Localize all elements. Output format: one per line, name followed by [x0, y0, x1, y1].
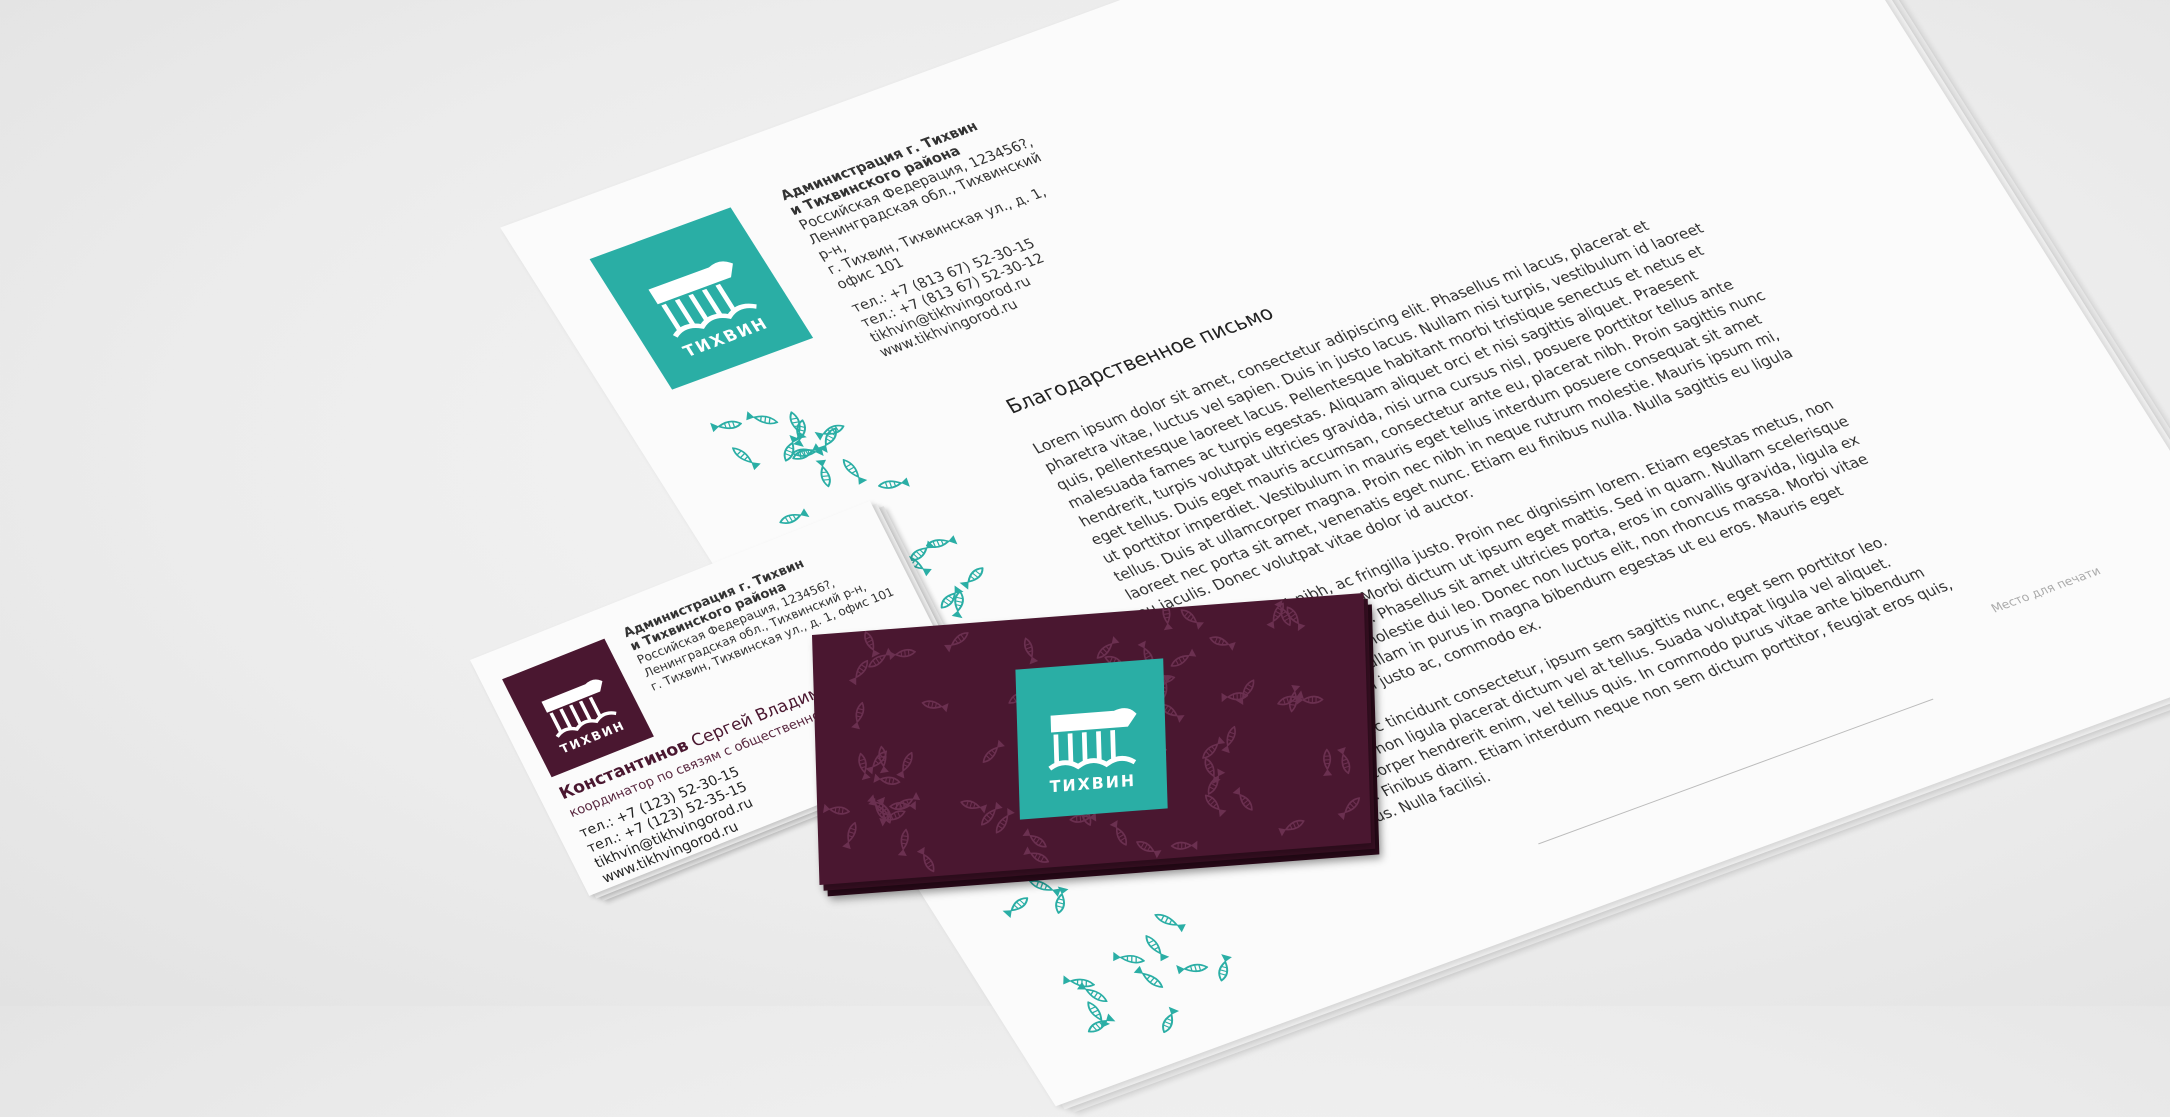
fish-pattern-icon: [1221, 724, 1243, 755]
fish-pattern-icon: [1134, 834, 1164, 859]
fish-pattern-icon: [1170, 837, 1199, 851]
fish-pattern-icon: [1175, 961, 1210, 977]
fish-pattern-icon: [1001, 893, 1034, 921]
fish-pattern-icon: [745, 410, 779, 430]
fish-pattern-icon: [1333, 746, 1353, 777]
fish-pattern-icon: [1167, 645, 1197, 670]
fish-pattern-icon: [943, 629, 973, 656]
fish-pattern-icon: [842, 821, 863, 852]
fish-pattern-icon: [1277, 817, 1307, 841]
fish-pattern-icon: [1202, 789, 1230, 818]
fish-pattern-icon: [977, 736, 1006, 765]
fish-pattern-icon: [1337, 794, 1366, 823]
fish-pattern-icon: [1106, 819, 1131, 850]
purple-business-card: ТИХВИН: [812, 593, 1372, 885]
stationery-mockup-scene: ТИХВИН Администрация г. Тихвин и Тихвинс…: [0, 0, 2170, 1113]
fish-pattern-icon: [897, 828, 915, 857]
fish-pattern-icon: [921, 694, 951, 713]
fish-pattern-icon: [775, 505, 811, 528]
fish-pattern-icon: [872, 773, 902, 791]
fish-pattern-icon: [1220, 691, 1249, 706]
fish-pattern-icon: [1213, 952, 1234, 983]
fish-pattern-icon: [1021, 634, 1042, 665]
fish-pattern-icon: [1050, 885, 1070, 916]
fish-pattern-icon: [861, 627, 884, 658]
fish-pattern-icon: [913, 846, 938, 877]
letterhead-logo: ТИХВИН: [589, 207, 814, 390]
card-logo-teal: ТИХВИН: [1015, 658, 1168, 820]
fish-pattern-icon: [1131, 965, 1167, 994]
fish-pattern-icon: [856, 750, 875, 781]
fish-pattern-icon: [848, 657, 874, 688]
fish-pattern-icon: [1021, 846, 1051, 870]
fish-pattern-icon: [1152, 908, 1188, 933]
fish-pattern-icon: [1178, 603, 1207, 630]
fish-pattern-icon: [1229, 786, 1256, 816]
fish-pattern-icon: [1141, 932, 1173, 963]
seal-placeholder-label: Место для печати: [1988, 563, 2104, 616]
fish-pattern-icon: [1156, 1005, 1181, 1036]
fish-pattern-icon: [875, 475, 911, 492]
fish-pattern-icon: [821, 803, 851, 820]
fish-pattern-icon: [728, 442, 763, 471]
fish-pattern-icon: [1208, 630, 1238, 651]
fish-pattern-icon: [709, 418, 745, 435]
fish-pattern-icon: [812, 459, 835, 488]
fish-pattern-icon: [838, 455, 871, 486]
fish-pattern-icon: [959, 794, 989, 814]
fish-pattern-icon: [923, 532, 959, 551]
letterhead-org-block: Администрация г. Тихвин и Тихвинского ра…: [778, 100, 1131, 361]
fish-pattern-icon: [958, 563, 990, 592]
fish-pattern-icon: [851, 701, 871, 731]
